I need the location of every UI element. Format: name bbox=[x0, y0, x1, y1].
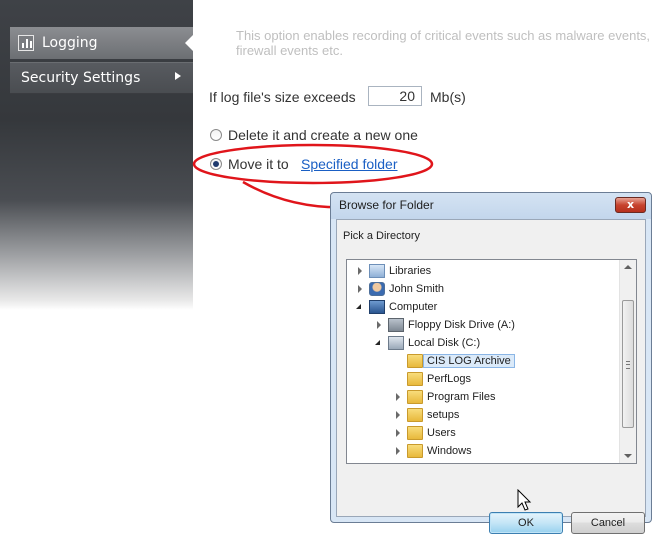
tree-item-perflogs[interactable]: PerfLogs bbox=[393, 370, 471, 388]
folder-icon bbox=[407, 354, 423, 368]
tree-item-libraries[interactable]: Libraries bbox=[355, 262, 431, 280]
tree-item-john-smith[interactable]: John Smith bbox=[355, 280, 444, 298]
tree-item-label: CIS LOG Archive bbox=[423, 354, 515, 368]
local-disk-icon bbox=[388, 336, 404, 350]
tree-item-label: Program Files bbox=[427, 391, 496, 403]
tree-item-cis-log-archive[interactable]: CIS LOG Archive bbox=[393, 352, 515, 370]
library-icon bbox=[369, 264, 385, 278]
close-button[interactable]: x bbox=[615, 197, 646, 213]
tree-scrollbar[interactable] bbox=[619, 260, 636, 463]
dialog-body: Pick a Directory Libraries John Smith Co… bbox=[336, 219, 646, 534]
folder-icon bbox=[407, 444, 423, 458]
collapse-icon[interactable] bbox=[374, 338, 384, 348]
folder-tree[interactable]: Libraries John Smith Computer Floppy Dis… bbox=[346, 259, 637, 464]
tree-item-local-disk[interactable]: Local Disk (C:) bbox=[374, 334, 480, 352]
user-icon bbox=[369, 282, 385, 296]
tree-item-label: Libraries bbox=[389, 265, 432, 277]
computer-icon bbox=[369, 300, 385, 314]
expand-icon[interactable] bbox=[355, 266, 365, 276]
expand-icon[interactable] bbox=[393, 392, 403, 402]
expand-icon[interactable] bbox=[393, 446, 403, 456]
tree-item-label: John Smith bbox=[389, 283, 445, 295]
mouse-cursor-icon bbox=[517, 489, 532, 511]
folder-icon bbox=[407, 408, 423, 422]
expand-icon[interactable] bbox=[355, 284, 365, 294]
browse-folder-dialog: Browse for Folder x Pick a Directory Lib… bbox=[330, 192, 652, 534]
expand-icon[interactable] bbox=[393, 410, 403, 420]
expand-icon[interactable] bbox=[393, 428, 403, 438]
tree-item-windows[interactable]: Windows bbox=[393, 442, 472, 460]
scroll-up-icon[interactable] bbox=[624, 265, 632, 269]
dialog-title: Browse for Folder bbox=[339, 198, 434, 212]
tree-item-label: PerfLogs bbox=[427, 373, 472, 385]
tree-item-program-files[interactable]: Program Files bbox=[393, 388, 495, 406]
tree-item-users[interactable]: Users bbox=[393, 424, 456, 442]
tree-item-label: Local Disk (C:) bbox=[408, 337, 481, 349]
floppy-drive-icon bbox=[388, 318, 404, 332]
tree-item-label: setups bbox=[427, 409, 460, 421]
folder-icon bbox=[407, 426, 423, 440]
tree-item-label: Floppy Disk Drive (A:) bbox=[408, 319, 515, 331]
dialog-titlebar[interactable]: Browse for Folder x bbox=[331, 193, 651, 219]
scroll-down-icon[interactable] bbox=[624, 454, 632, 458]
folder-icon bbox=[407, 390, 423, 404]
tree-item-computer[interactable]: Computer bbox=[355, 298, 437, 316]
ok-button[interactable]: OK bbox=[489, 512, 563, 534]
close-icon: x bbox=[626, 198, 635, 211]
tree-item-label: Users bbox=[427, 427, 456, 439]
scrollbar-thumb[interactable] bbox=[622, 300, 634, 428]
tree-item-label: Computer bbox=[389, 301, 438, 313]
folder-icon bbox=[407, 372, 423, 386]
pick-directory-label: Pick a Directory bbox=[343, 230, 421, 242]
expand-icon[interactable] bbox=[374, 320, 384, 330]
highlight-ellipse bbox=[192, 143, 434, 185]
cancel-button[interactable]: Cancel bbox=[571, 512, 645, 534]
tree-item-floppy[interactable]: Floppy Disk Drive (A:) bbox=[374, 316, 515, 334]
tree-item-label: Windows bbox=[427, 445, 472, 457]
collapse-icon[interactable] bbox=[355, 302, 365, 312]
grip-icon bbox=[626, 361, 630, 369]
tree-item-setups[interactable]: setups bbox=[393, 406, 459, 424]
